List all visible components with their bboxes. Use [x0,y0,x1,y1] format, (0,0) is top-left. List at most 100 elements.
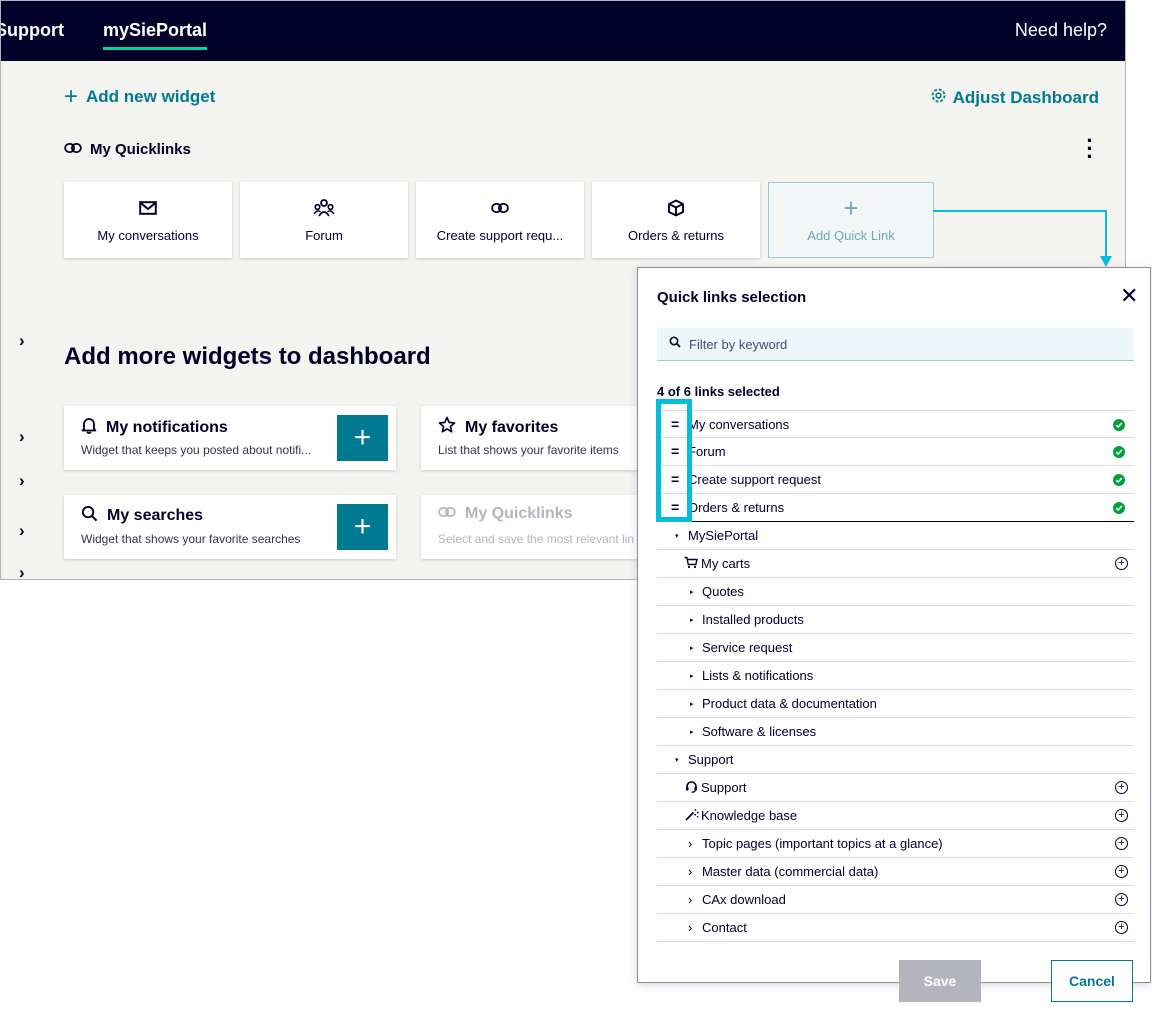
selection-count: 4 of 6 links selected [657,384,780,399]
link-row-software-licenses[interactable]: ▸ Software & licenses [657,718,1134,746]
link-label: My conversations [688,416,790,432]
tile-label: Forum [305,227,343,243]
need-help-link[interactable]: Need help? [1015,20,1107,41]
widget-title-text: My searches [107,507,204,524]
link-label: CAx download [702,892,786,907]
tile-label: My conversations [97,227,199,243]
more-options-icon[interactable]: · · · [1085,130,1095,168]
add-circle-icon[interactable]: + [1115,809,1128,822]
caret-right-icon: ▸ [690,729,694,736]
quick-links-selection-dialog: Quick links selection ✕ 4 of 6 links sel… [637,267,1151,1002]
chevron-right-icon: › [688,920,693,935]
chevron-right-icon[interactable]: › [19,427,25,447]
link-row-support[interactable]: Support + [657,774,1134,802]
widget-title: My Quicklinks [438,505,573,523]
check-circle-icon[interactable] [1113,502,1125,514]
magic-wand-icon [685,808,699,824]
chevron-right-icon: › [688,864,693,879]
link-row-master-data[interactable]: › Master data (commercial data) + [657,858,1134,886]
chevron-right-icon[interactable]: › [19,521,25,541]
link-icon [438,505,456,523]
check-circle-icon[interactable] [1113,419,1125,431]
add-circle-icon[interactable]: + [1115,921,1128,934]
add-circle-icon[interactable]: + [1115,865,1128,878]
chevron-right-icon[interactable]: › [19,563,25,579]
selected-link-row[interactable]: = Create support request [657,466,1134,494]
tile-label: Orders & returns [627,227,725,243]
filter-input[interactable] [689,336,1109,352]
link-row-installed-products[interactable]: ▸ Installed products [657,606,1134,634]
callout-arrow-line [1105,210,1107,258]
star-icon [438,416,456,439]
widget-title-text: My notifications [106,418,228,436]
add-new-widget-label: Add new widget [86,87,216,106]
add-circle-icon[interactable]: + [1115,893,1128,906]
widget-card-quicklinks: My Quicklinks Select and save the most r… [421,495,651,559]
cart-icon [684,556,698,572]
link-row-contact[interactable]: › Contact + [657,914,1134,942]
add-widget-plus-button[interactable]: + [337,504,388,550]
filter-field[interactable] [657,328,1134,361]
widget-description: Select and save the most relevant lin [438,532,635,546]
add-quick-link-button[interactable]: + Add Quick Link [768,182,934,258]
link-row-service-request[interactable]: ▸ Service request [657,634,1134,662]
selected-link-row[interactable]: = Orders & returns [657,494,1134,522]
save-button[interactable]: Save [899,960,981,1002]
quicklinks-widget-title: My Quicklinks [64,141,191,158]
add-circle-icon[interactable]: + [1115,781,1128,794]
link-icon [491,198,509,218]
add-new-widget-button[interactable]: + Add new widget [64,85,216,109]
search-icon [669,335,681,353]
group-header-support[interactable]: ▾ Support [657,746,1134,774]
caret-right-icon: ▸ [690,589,694,596]
chevron-right-icon[interactable]: › [19,471,25,491]
tile-label: Create support requ... [436,227,564,243]
widget-title: My notifications [81,416,228,439]
people-icon [313,198,335,218]
link-row-cax-download[interactable]: › CAx download + [657,886,1134,914]
link-row-knowledge-base[interactable]: Knowledge base + [657,802,1134,830]
adjust-dashboard-button[interactable]: Adjust Dashboard [930,87,1099,109]
quicklink-tile-support-request[interactable]: Create support requ... [416,182,584,258]
link-row-topic-pages[interactable]: › Topic pages (important topics at a gla… [657,830,1134,858]
link-label: Contact [702,920,747,935]
link-label: Quotes [702,584,744,599]
selected-link-row[interactable]: = My conversations [657,410,1134,438]
nav-support[interactable]: Support [1,20,64,41]
link-icon [64,141,82,158]
chevron-right-icon[interactable]: › [19,331,25,351]
link-row-quotes[interactable]: ▸ Quotes [657,578,1134,606]
nav-mysieportal[interactable]: mySiePortal [103,20,208,50]
search-icon [81,505,98,527]
gear-icon [930,87,947,109]
caret-right-icon: ▸ [690,617,694,624]
quicklink-tile-forum[interactable]: Forum [240,182,408,258]
chevron-right-icon: › [688,836,693,851]
link-label: Product data & documentation [702,696,877,711]
add-circle-icon[interactable]: + [1115,557,1128,570]
caret-right-icon: ▸ [690,645,694,652]
adjust-dashboard-label: Adjust Dashboard [952,88,1099,107]
caret-down-icon: ▾ [675,533,679,540]
quick-links-list: = My conversations = Forum = Create supp… [657,410,1134,942]
link-label: Master data (commercial data) [702,864,879,879]
link-row-my-carts[interactable]: My carts + [657,550,1134,578]
link-label: Forum [688,444,726,459]
headset-icon [685,780,698,796]
widget-description: List that shows your favorite items [438,443,619,457]
group-header-mysieportal[interactable]: ▾ MySiePortal [657,522,1134,550]
callout-arrow-head [1100,256,1112,267]
selected-link-row[interactable]: = Forum [657,438,1134,466]
add-widget-plus-button[interactable]: + [337,415,388,461]
link-label: Create support request [688,472,821,487]
cancel-button[interactable]: Cancel [1051,960,1133,1002]
add-circle-icon[interactable]: + [1115,837,1128,850]
link-row-lists-notifications[interactable]: ▸ Lists & notifications [657,662,1134,690]
widget-title: My searches [81,505,203,527]
check-circle-icon[interactable] [1113,474,1125,486]
quicklink-tile-orders[interactable]: Orders & returns [592,182,760,258]
check-circle-icon[interactable] [1113,446,1125,458]
link-row-product-data[interactable]: ▸ Product data & documentation [657,690,1134,718]
close-icon[interactable]: ✕ [1120,285,1138,307]
quicklink-tile-conversations[interactable]: My conversations [64,182,232,258]
